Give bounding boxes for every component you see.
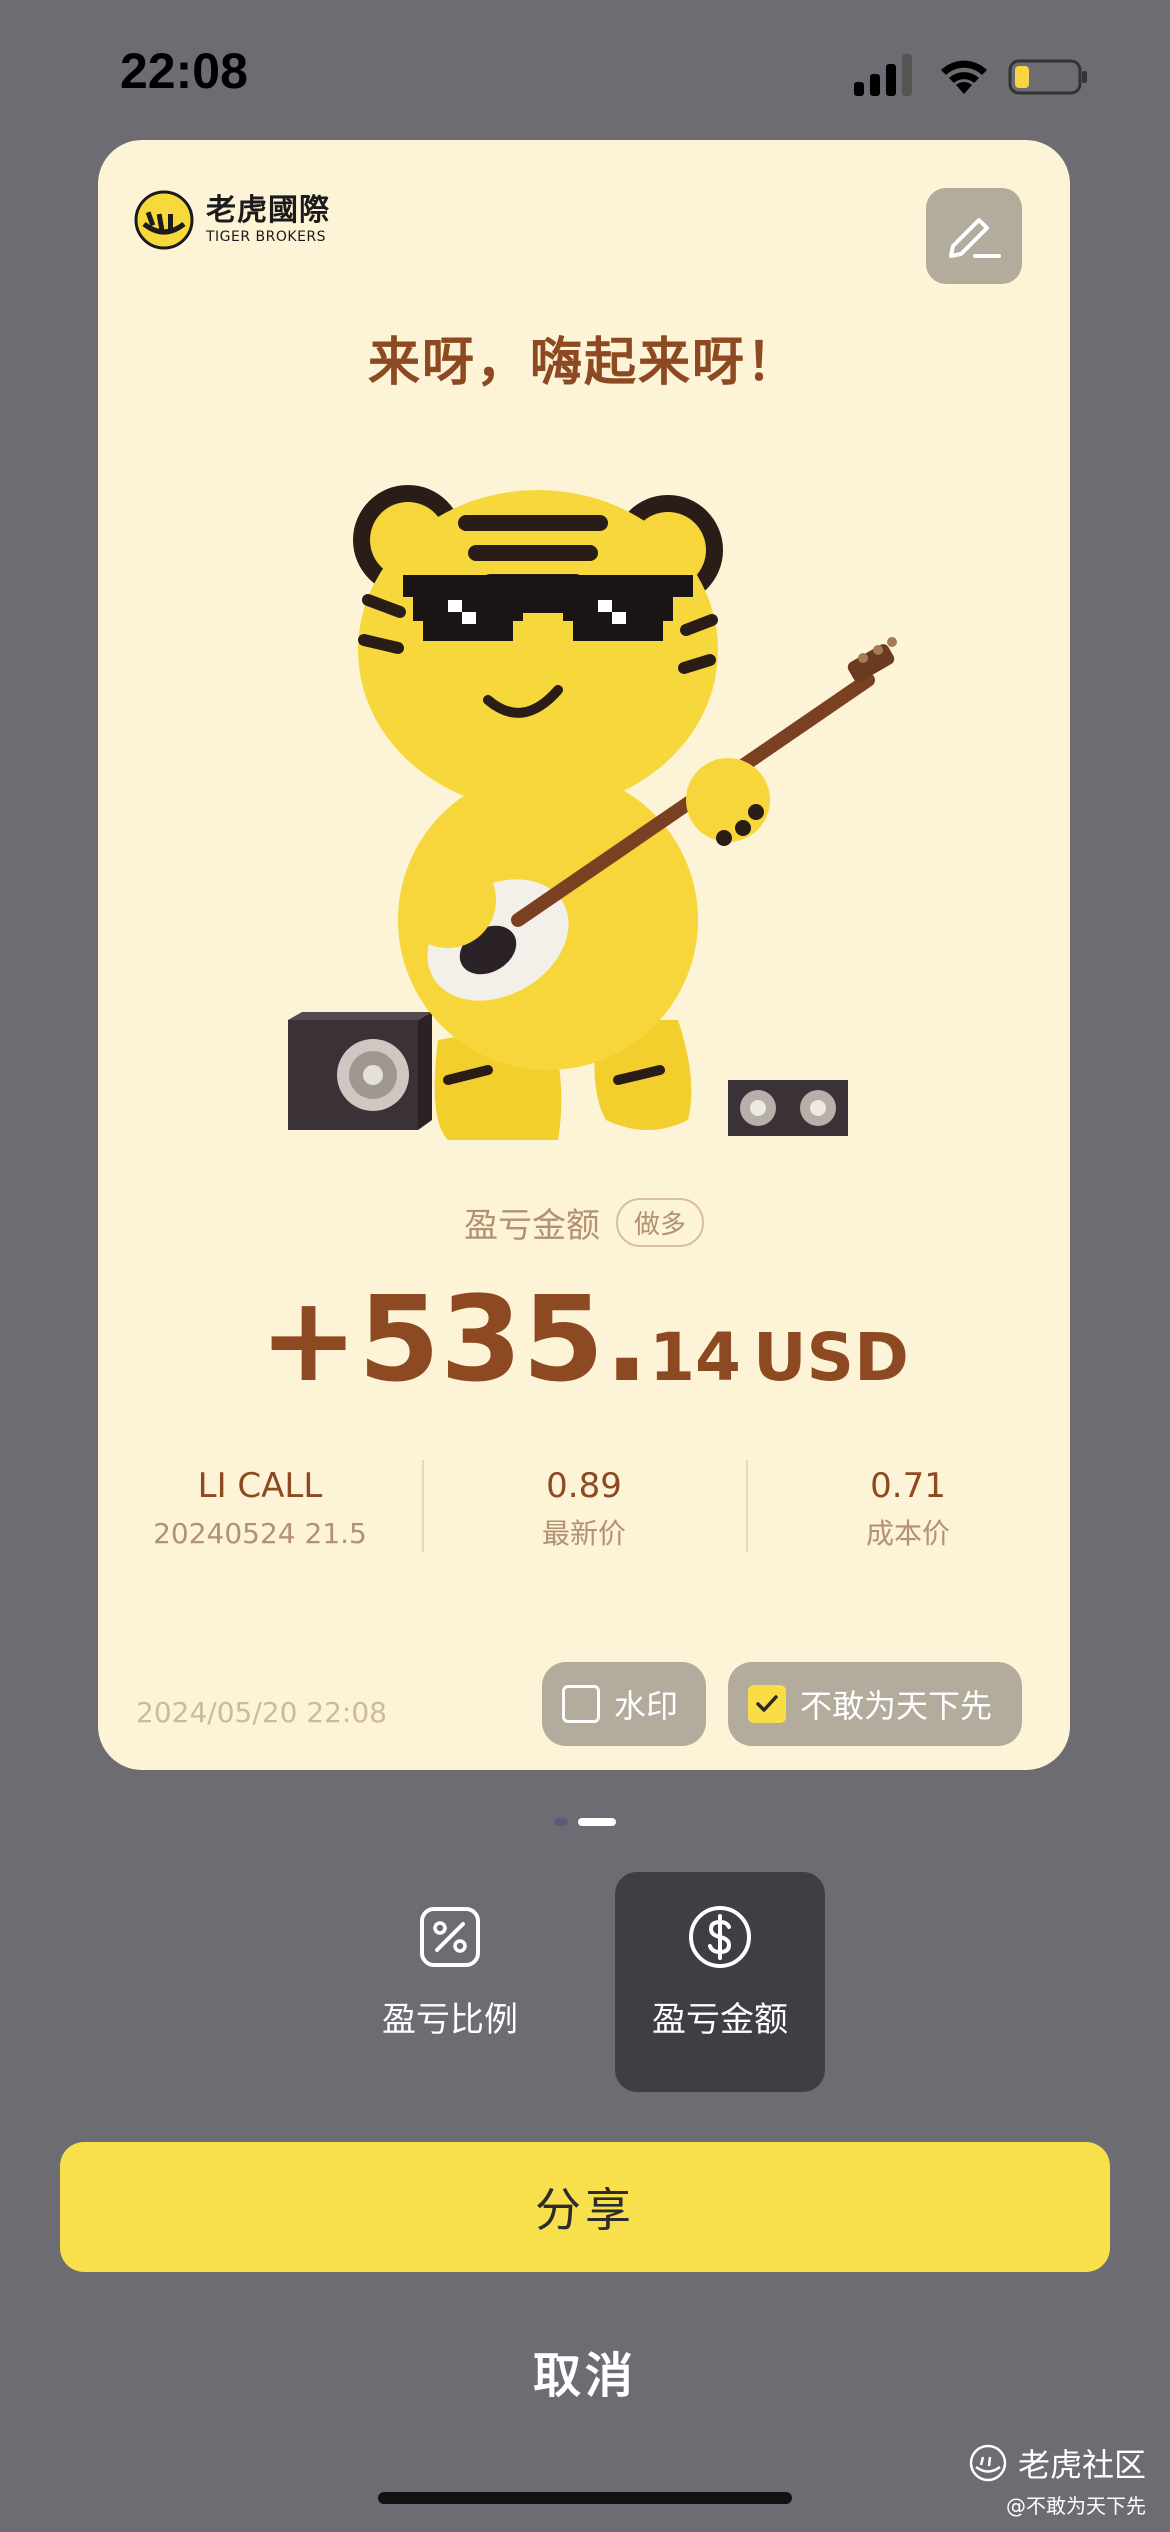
mode-label: 盈亏比例 <box>382 2000 518 2040</box>
pencil-icon <box>949 218 1001 258</box>
pnl-label: 盈亏金额 <box>463 1206 600 1246</box>
community-handle: @不敢为天下先 <box>1006 2494 1146 2518</box>
status-time: 22:08 <box>120 43 248 99</box>
checkmark-icon <box>756 1695 778 1712</box>
stat-value: 0.89 <box>546 1466 622 1506</box>
mode-pnl-ratio[interactable]: 盈亏比例 <box>345 1872 555 2092</box>
brand-name-cn: 老虎國際 <box>206 193 330 228</box>
share-card: 老虎國際 TIGER BROKERS 来呀，嗨起来呀！ 盈亏金额 做多 +535… <box>98 140 1070 1770</box>
stat-sub: 20240524 21.5 <box>153 1517 367 1550</box>
stat-cost-price: 0.71 成本价 <box>746 1460 1070 1560</box>
watermark-label: 水印 <box>614 1687 679 1725</box>
stat-sub: 成本价 <box>865 1517 950 1550</box>
tiger-community-logo-icon <box>969 2444 1007 2482</box>
status-bar: 22:08 <box>0 0 1170 150</box>
watermark-checkbox[interactable] <box>562 1685 600 1723</box>
signature-checkbox[interactable] <box>748 1685 786 1723</box>
mode-pnl-amount[interactable]: 盈亏金额 <box>615 1872 825 2092</box>
cellular-signal-icon <box>854 54 912 96</box>
watermark-toggle[interactable]: 水印 <box>542 1662 706 1746</box>
page-dot[interactable] <box>554 1818 568 1826</box>
community-watermark: 老虎社区 @不敢为天下先 <box>968 2440 1146 2519</box>
share-button[interactable]: 分享 <box>60 2142 1110 2272</box>
battery-icon <box>1008 59 1087 95</box>
pnl-currency: USD <box>752 1319 909 1396</box>
brand-name-en: TIGER BROKERS <box>206 229 327 245</box>
pnl-amount: +535.14 USD <box>98 1270 1070 1408</box>
mode-label: 盈亏金额 <box>652 2000 788 2040</box>
stat-sub: 最新价 <box>541 1517 626 1550</box>
tiger-mascot-illustration <box>288 485 897 1140</box>
dollar-icon <box>689 1906 751 1968</box>
position-side-badge: 做多 <box>615 1198 704 1247</box>
tiger-brokers-logo-icon <box>134 190 194 250</box>
pnl-label-row: 盈亏金额 做多 <box>98 1198 1070 1247</box>
card-date: 2024/05/20 22:08 <box>136 1696 387 1729</box>
percent-icon <box>420 1907 480 1967</box>
community-name: 老虎社区 <box>1017 2446 1146 2484</box>
brand: 老虎國際 TIGER BROKERS <box>134 190 330 250</box>
pnl-amount-decimal: 14 <box>649 1319 741 1396</box>
position-stats: LI CALL 20240524 21.5 0.89 最新价 0.71 成本价 <box>98 1460 1070 1560</box>
signature-toggle[interactable]: 不敢为天下先 <box>728 1662 1022 1746</box>
cancel-button[interactable]: 取消 <box>0 2336 1170 2406</box>
edit-button[interactable] <box>926 188 1022 284</box>
stat-value: LI CALL <box>197 1466 323 1506</box>
page-dot-active[interactable] <box>578 1818 616 1826</box>
pnl-amount-integer: +535. <box>259 1270 650 1408</box>
signature-label: 不敢为天下先 <box>800 1687 993 1725</box>
stat-latest-price: 0.89 最新价 <box>422 1460 746 1560</box>
wifi-icon <box>941 60 987 94</box>
page-indicator <box>0 1818 1170 1826</box>
slogan: 来呀，嗨起来呀！ <box>367 333 800 393</box>
home-indicator <box>378 2492 792 2504</box>
stat-contract: LI CALL 20240524 21.5 <box>98 1460 422 1560</box>
stat-value: 0.71 <box>870 1466 946 1506</box>
